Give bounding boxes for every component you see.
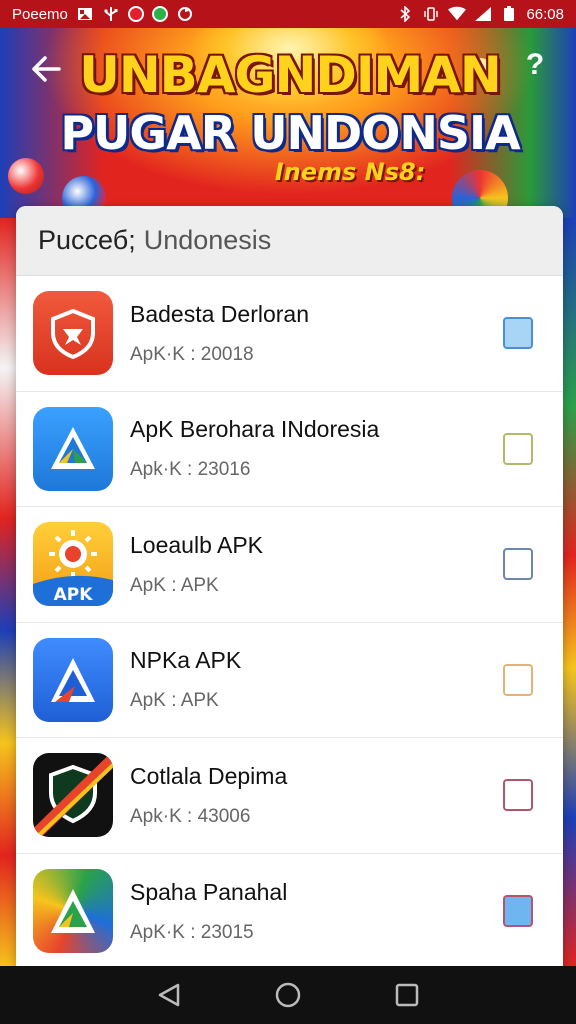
banner-title-line2: PUGAR UNDONSIA [60,106,520,160]
wifi-icon [448,6,467,22]
item-subtitle: ApK·K : 20018 [130,343,254,365]
back-triangle-icon[interactable] [149,975,189,1015]
item-text: ApK Berohara INdoresia Apk·K : 23016 [130,416,503,481]
svg-text:APK: APK [54,585,94,605]
clock-label: 66:08 [526,5,564,23]
status-left: Poeemo [12,6,194,23]
item-title: Cotlala Depima [130,762,288,789]
usb-icon [102,6,120,22]
item-title: Loeaulb APK [130,531,264,558]
item-text: Spaha Panahal ApK·K : 23015 [130,879,503,944]
item-subtitle: ApK : APK [130,574,219,596]
record-icon [127,6,144,22]
card-header: Puссеб; Undonesis [16,206,563,276]
item-checkbox[interactable] [503,779,533,812]
app-list-card: Puссеб; Undonesis Badesta Derloran ApK·K… [16,206,563,966]
item-checkbox[interactable] [503,548,533,581]
whatsapp-icon [151,6,168,22]
list-item[interactable]: Spaha Panahal ApK·K : 23015 [16,854,563,967]
item-checkbox[interactable] [503,895,533,928]
item-title: NPKa APK [130,647,242,674]
item-subtitle: ApK·K : 23015 [130,921,254,943]
list-item[interactable]: Cotlala Depima Apk·K : 43006 [16,738,563,854]
item-checkbox[interactable] [503,432,533,465]
bluetooth-icon [396,6,414,22]
list-item[interactable]: Badesta Derloran ApK·K : 20018 [16,276,563,392]
list-item[interactable]: ApK Berohara INdoresia Apk·K : 23016 [16,392,563,507]
home-circle-icon[interactable] [268,975,308,1015]
vibrate-icon [422,6,440,22]
item-title: Badesta Derloran [130,300,309,327]
item-title: Spaha Panahal [130,878,288,905]
help-icon[interactable]: ? [520,48,550,88]
item-text: Loeaulb APK ApK : APK [130,532,503,597]
status-right: 66:08 [396,6,564,23]
item-text: Cotlala Depima Apk·K : 43006 [130,763,503,828]
list-item[interactable]: NPKa APK ApK : APK [16,623,563,738]
rainbow-triangle-icon [33,869,113,954]
app-list: Badesta Derloran ApK·K : 20018 ApK Beroh… [16,276,563,966]
system-nav-bar [0,966,576,1024]
card-header-region: Undonesis [143,225,272,255]
item-subtitle: ApK : APK [130,690,219,712]
sun-apk-icon: APK [33,522,113,607]
signal-icon [474,6,492,22]
back-arrow-icon[interactable] [26,52,66,92]
red-shield-icon [33,291,113,376]
right-side-decoration [563,218,576,968]
card-header-title: Puссеб; [38,225,136,255]
item-text: NPKa APK ApK : APK [130,647,503,712]
banner-subtitle: Inems Ns8: [274,158,426,186]
left-side-decoration [0,218,16,968]
status-bar: Poeemo 66:08 [0,0,576,28]
promo-banner: ? UNBAGNDIMAN PUGAR UNDONSIA Inems Ns8: [0,28,576,218]
blue-triangle-icon [33,406,113,491]
ball-decoration [8,158,44,194]
sync-icon [176,6,194,22]
list-item[interactable]: APK Loeaulb APK ApK : APK [16,507,563,623]
item-subtitle: Apk·K : 43006 [130,805,251,827]
banner-title-line1: UNBAGNDIMAN [79,46,502,104]
battery-icon [500,6,518,22]
black-shield-icon [33,753,113,838]
blue-arrow-icon [33,637,113,722]
item-checkbox[interactable] [503,317,533,350]
item-checkbox[interactable] [503,663,533,696]
item-text: Badesta Derloran ApK·K : 20018 [130,301,503,366]
item-subtitle: Apk·K : 23016 [130,459,251,481]
carrier-label: Poeemo [12,5,68,23]
gallery-icon [76,6,94,22]
recents-square-icon[interactable] [387,975,427,1015]
item-title: ApK Berohara INdoresia [130,416,380,443]
